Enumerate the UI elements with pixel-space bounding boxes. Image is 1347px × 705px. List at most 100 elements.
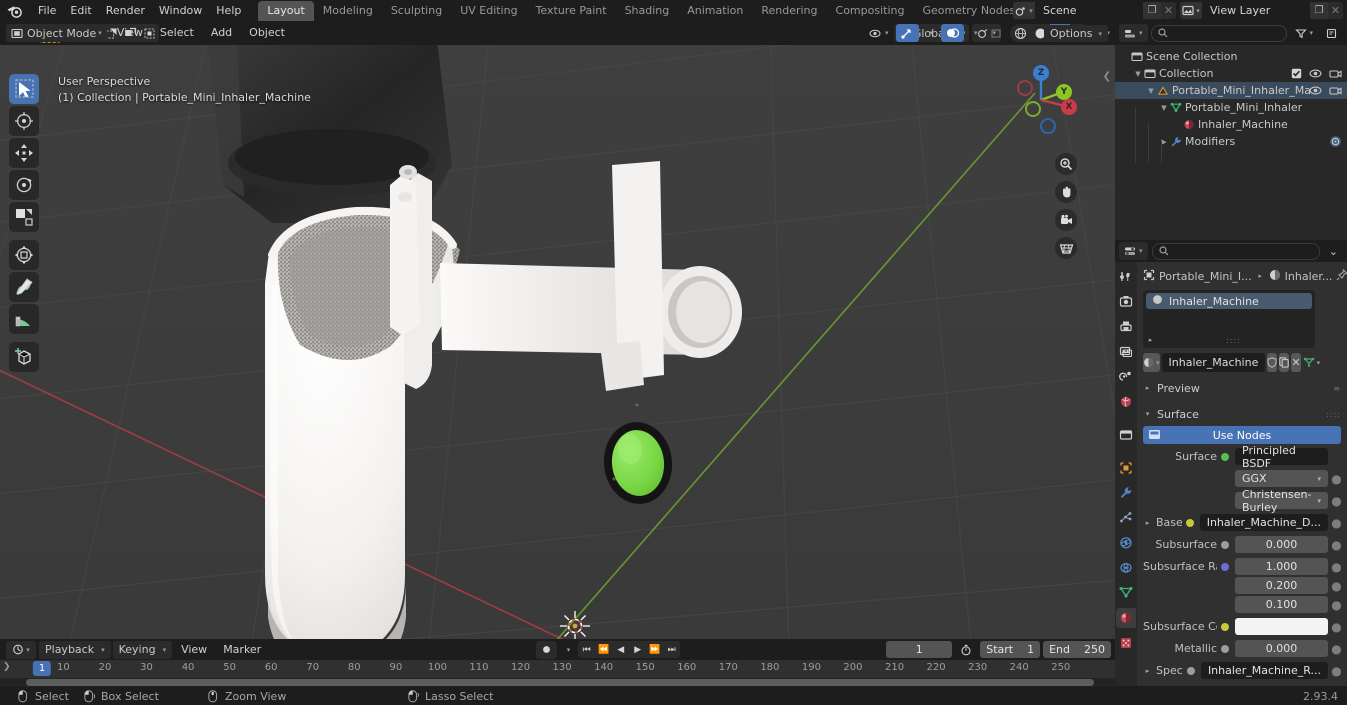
overlays-dropdown[interactable]: ▾ bbox=[967, 24, 983, 42]
measure-tool-icon[interactable] bbox=[9, 304, 39, 334]
camera-view-icon[interactable] bbox=[1055, 209, 1077, 231]
surface-row-animate-dot[interactable]: ● bbox=[1331, 516, 1341, 530]
subsurf-modifier-icon[interactable] bbox=[1329, 135, 1342, 148]
world-tab[interactable] bbox=[1116, 392, 1136, 412]
view-layer-tab[interactable] bbox=[1116, 342, 1136, 362]
outliner-disclosure[interactable]: ▼ bbox=[1158, 104, 1170, 112]
preview-panel-header[interactable]: ▸ Preview ≡ bbox=[1143, 378, 1341, 398]
sidebar-collapse-arrow[interactable]: ❮ bbox=[1103, 71, 1111, 82]
workspace-tab-uv-editing[interactable]: UV Editing bbox=[451, 1, 526, 21]
jump-to-start-icon[interactable]: ⏮ bbox=[578, 641, 595, 658]
surface-row-value[interactable]: 0.000 bbox=[1235, 536, 1328, 553]
gizmo-axis-neg-x[interactable] bbox=[1017, 80, 1033, 96]
auto-keying-record-icon[interactable] bbox=[535, 640, 557, 659]
material-slot-list[interactable]: Inhaler_Machine ▸ :::: bbox=[1143, 290, 1315, 348]
object-tab[interactable] bbox=[1116, 458, 1136, 478]
view-layer-copy-button[interactable]: ❐ bbox=[1310, 2, 1328, 19]
gizmo-axis-neg-z[interactable] bbox=[1040, 118, 1056, 134]
transform-tool-icon[interactable] bbox=[9, 240, 39, 270]
workspace-tab-rendering[interactable]: Rendering bbox=[752, 1, 826, 21]
object-visibility-icon[interactable]: ▾ bbox=[864, 24, 894, 42]
filter-icon[interactable]: ▾ bbox=[1290, 24, 1318, 42]
material-data-dropdown[interactable]: ▾ bbox=[1303, 353, 1320, 372]
surface-panel-header[interactable]: ▾ Surface :::: bbox=[1143, 404, 1341, 424]
scale-tool-icon[interactable] bbox=[9, 202, 39, 232]
gizmo-axis-y[interactable]: Y bbox=[1056, 84, 1072, 100]
timeline-editor-icon[interactable]: ▾ bbox=[6, 640, 36, 659]
breadcrumb-material-name[interactable]: Inhaler... bbox=[1285, 270, 1333, 283]
timeline-menu-view[interactable]: View bbox=[174, 641, 214, 659]
xray-toggle-icon[interactable] bbox=[985, 24, 1007, 42]
surface-row-extra-value[interactable]: 0.100 bbox=[1235, 596, 1328, 613]
surface-row-extra-animate-dot[interactable]: ● bbox=[1331, 598, 1341, 612]
timeline-menu-marker[interactable]: Marker bbox=[216, 641, 268, 659]
outliner-row-modifiers[interactable]: ▶ Modifiers bbox=[1115, 133, 1347, 150]
jump-to-end-icon[interactable]: ⏭ bbox=[663, 641, 680, 658]
menu-render[interactable]: Render bbox=[99, 2, 152, 20]
collection-tab[interactable] bbox=[1116, 425, 1136, 445]
properties-editor-icon[interactable]: ▾ bbox=[1119, 242, 1148, 260]
prev-keyframe-icon[interactable]: ⏪ bbox=[595, 641, 612, 658]
outliner-row-scene-collection[interactable]: Scene Collection bbox=[1115, 48, 1347, 65]
texture-tab[interactable] bbox=[1116, 633, 1136, 653]
workspace-tab-texture-paint[interactable]: Texture Paint bbox=[527, 1, 616, 21]
material-name-field[interactable]: Inhaler_Machine bbox=[1161, 353, 1266, 372]
play-icon[interactable]: ▶ bbox=[629, 641, 646, 658]
scene-close-button[interactable]: ✕ bbox=[1161, 2, 1176, 19]
outliner-display-mode-icon[interactable]: ▾ bbox=[1119, 24, 1148, 42]
gizmo-axis-x[interactable]: X bbox=[1061, 99, 1077, 115]
gizmo-axis-z[interactable]: Z bbox=[1033, 65, 1049, 81]
pin-icon[interactable] bbox=[1336, 268, 1347, 284]
surface-row-color-swatch[interactable] bbox=[1235, 618, 1328, 635]
properties-search-input[interactable] bbox=[1151, 242, 1320, 260]
pan-view-icon[interactable] bbox=[1055, 181, 1077, 203]
timeline-scrollbar-track[interactable]: ❯ bbox=[0, 662, 1115, 687]
viewport-menu-add[interactable]: Add bbox=[204, 24, 239, 42]
properties-options-caret[interactable]: ⌄ bbox=[1324, 242, 1343, 260]
gizmo-axis-neg-y[interactable] bbox=[1025, 101, 1041, 117]
menu-file[interactable]: File bbox=[31, 2, 63, 20]
outliner-row-portable-mini-inhaler-ma[interactable]: ▼ Portable_Mini_Inhaler_Ma bbox=[1115, 82, 1347, 99]
gizmo-icon[interactable] bbox=[896, 24, 920, 42]
surface-row-value[interactable]: 0.000 bbox=[1235, 640, 1328, 657]
camera-icon[interactable] bbox=[1329, 85, 1342, 96]
fake-user-shield-icon[interactable] bbox=[1267, 353, 1278, 372]
timeline-playhead[interactable]: 1 bbox=[32, 661, 52, 676]
move-tool-icon[interactable] bbox=[9, 138, 39, 168]
outliner-disclosure[interactable]: ▼ bbox=[1132, 70, 1144, 78]
unlink-material-icon[interactable]: ✕ bbox=[1291, 353, 1301, 372]
play-reverse-icon[interactable]: ◀ bbox=[612, 641, 629, 658]
playback-buttons[interactable]: ⏮ ⏪ ◀ ▶ ⏩ ⏭ bbox=[578, 641, 681, 658]
workspace-tab-compositing[interactable]: Compositing bbox=[827, 1, 914, 21]
checkbox-checked-icon[interactable] bbox=[1291, 68, 1302, 79]
outliner-row-collection[interactable]: ▼ Collection bbox=[1115, 65, 1347, 82]
timeline-scrollbar-thumb[interactable] bbox=[26, 679, 1094, 686]
properties-panel[interactable]: Portable_Mini_I... ▸ Inhaler... Inhaler_… bbox=[1137, 262, 1347, 686]
new-material-copy-icon[interactable] bbox=[1279, 353, 1290, 372]
material-list-grip[interactable]: :::: bbox=[1226, 336, 1241, 345]
menu-window[interactable]: Window bbox=[152, 2, 209, 20]
outliner-disclosure[interactable]: ▼ bbox=[1145, 87, 1157, 95]
surface-row-value[interactable]: 1.000 bbox=[1235, 558, 1328, 575]
end-frame-field[interactable]: End 250 bbox=[1043, 641, 1111, 658]
camera-icon[interactable] bbox=[1329, 68, 1342, 79]
zoom-view-icon[interactable] bbox=[1055, 153, 1077, 175]
auto-keying-dropdown[interactable]: ▾ bbox=[560, 641, 576, 659]
constraints-tab[interactable] bbox=[1116, 558, 1136, 578]
annotate-tool-icon[interactable] bbox=[9, 272, 39, 302]
view-layer-datablock[interactable]: ▾ View Layer ❐ ✕ bbox=[1180, 2, 1343, 19]
wireframe-shading-icon[interactable] bbox=[1010, 24, 1030, 42]
workspace-tab-animation[interactable]: Animation bbox=[678, 1, 752, 21]
outliner-tree[interactable]: Scene Collection ▼ Collection ▼ Portable_Min… bbox=[1115, 45, 1347, 240]
view-layer-close-button[interactable]: ✕ bbox=[1328, 2, 1343, 19]
surface-row-expand-arrow[interactable]: ▸ bbox=[1143, 667, 1152, 675]
properties-tab-column[interactable] bbox=[1115, 262, 1137, 686]
menu-edit[interactable]: Edit bbox=[63, 2, 98, 20]
use-preview-range-icon[interactable] bbox=[955, 641, 977, 659]
add-cube-tool-icon[interactable] bbox=[9, 342, 39, 372]
workspace-tab-layout[interactable]: Layout bbox=[258, 0, 314, 21]
output-tab[interactable] bbox=[1116, 317, 1136, 337]
surface-row-animate-dot[interactable]: ● bbox=[1331, 642, 1341, 656]
tool-tab[interactable] bbox=[1116, 267, 1136, 287]
material-list-expand-arrow[interactable]: ▸ bbox=[1146, 336, 1155, 344]
